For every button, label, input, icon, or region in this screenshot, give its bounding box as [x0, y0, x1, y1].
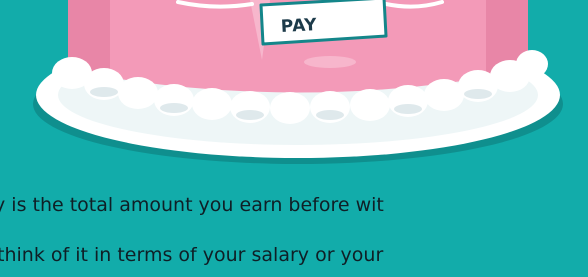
body-text-line-2: think of it in terms of your salary or y…: [0, 244, 384, 266]
cake-highlight-drip: [304, 56, 356, 68]
pay-sign-label: PAY: [280, 15, 318, 37]
cake-slide: PAY y is the total amount you earn befor…: [0, 0, 588, 277]
body-text-line-1: y is the total amount you earn before wi…: [0, 194, 384, 216]
